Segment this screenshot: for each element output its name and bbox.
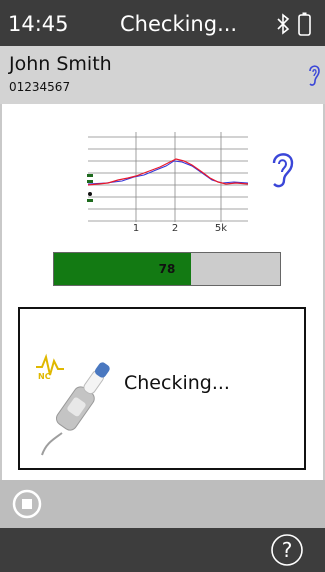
nc-label: NC [38, 372, 51, 381]
action-bar [0, 480, 325, 528]
dialog-message: Checking... [124, 372, 230, 394]
status-bar: 14:45 Checking... [0, 0, 325, 46]
x-tick-5k: 5k [215, 223, 227, 234]
response-curve-red [87, 158, 249, 186]
status-title: Checking... [120, 12, 238, 36]
probe-icon: NC [36, 353, 110, 456]
graph-grid [88, 132, 248, 222]
marker-top [87, 174, 93, 177]
help-button[interactable]: ? [270, 533, 304, 567]
progress-bar: 78 [53, 252, 281, 286]
status-time: 14:45 [8, 12, 69, 36]
response-graph: 1 2 5k [87, 132, 249, 234]
patient-id: 01234567 [9, 80, 71, 94]
stop-button[interactable] [12, 489, 42, 519]
patient-name: John Smith [9, 53, 112, 75]
svg-text:?: ? [282, 538, 293, 562]
marker-bottom [87, 199, 93, 202]
response-curve-blue [87, 160, 249, 185]
battery-icon [298, 12, 311, 36]
checking-dialog: NC Checking... [18, 307, 306, 470]
x-tick-1: 1 [133, 223, 139, 234]
x-tick-2: 2 [172, 223, 178, 234]
marker-dot [88, 192, 92, 196]
bluetooth-icon [277, 13, 290, 35]
ear-icon [272, 153, 294, 188]
patient-header: John Smith 01234567 [0, 46, 325, 104]
progress-value: 78 [158, 262, 176, 276]
marker-mid [87, 180, 93, 183]
left-border [0, 104, 2, 480]
ear-icon [309, 65, 320, 86]
nav-bar: ? [0, 528, 325, 572]
